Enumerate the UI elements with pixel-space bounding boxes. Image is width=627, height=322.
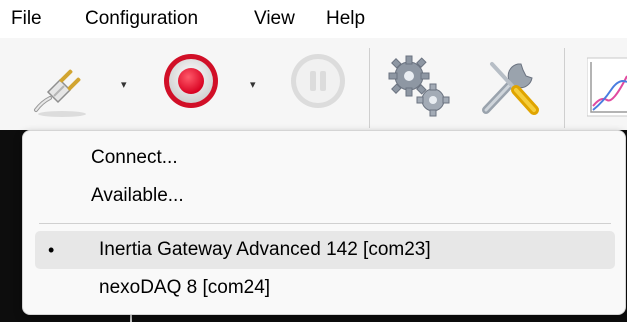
menu-view[interactable]: View xyxy=(254,8,295,30)
toolbar-separator xyxy=(564,48,565,128)
device-item-label: nexoDAQ 8 [com24] xyxy=(99,277,271,298)
gears-icon xyxy=(388,55,450,117)
selected-bullet-icon: • xyxy=(48,240,55,260)
chart-icon xyxy=(586,57,627,117)
app-window: File Configuration View Help ▾ ▾ Connect… xyxy=(0,0,627,322)
menu-item-available[interactable]: Available... xyxy=(35,177,615,215)
device-item-inertia-gateway[interactable]: • Inertia Gateway Advanced 142 [com23] xyxy=(35,231,615,269)
menu-bar: File Configuration View Help xyxy=(0,0,627,38)
tools-icon xyxy=(482,62,539,115)
record-button[interactable] xyxy=(158,50,224,116)
toolbar-separator xyxy=(369,48,370,128)
menu-item-connect[interactable]: Connect... xyxy=(35,139,615,177)
connect-dropdown-arrow-icon[interactable]: ▾ xyxy=(121,78,127,91)
menu-item-available-label: Available... xyxy=(91,185,184,206)
menu-configuration[interactable]: Configuration xyxy=(85,8,198,30)
menu-item-connect-label: Connect... xyxy=(91,147,178,168)
menu-help[interactable]: Help xyxy=(326,8,365,30)
settings-button[interactable] xyxy=(383,52,455,120)
pause-button[interactable] xyxy=(285,50,351,116)
record-icon xyxy=(164,54,218,108)
record-dropdown-arrow-icon[interactable]: ▾ xyxy=(250,78,256,91)
menu-separator xyxy=(39,223,611,224)
pause-icon xyxy=(291,54,345,108)
menu-file[interactable]: File xyxy=(11,8,42,30)
connect-button[interactable] xyxy=(28,52,98,118)
device-item-nexodaq[interactable]: nexoDAQ 8 [com24] xyxy=(35,269,615,307)
connect-dropdown-menu: Connect... Available... • Inertia Gatewa… xyxy=(22,130,626,315)
plug-connect-icon xyxy=(34,69,86,117)
device-item-label: Inertia Gateway Advanced 142 [com23] xyxy=(99,239,431,260)
toolbar: ▾ ▾ xyxy=(0,38,627,130)
tools-button[interactable] xyxy=(472,50,548,122)
chart-button[interactable] xyxy=(586,56,627,120)
